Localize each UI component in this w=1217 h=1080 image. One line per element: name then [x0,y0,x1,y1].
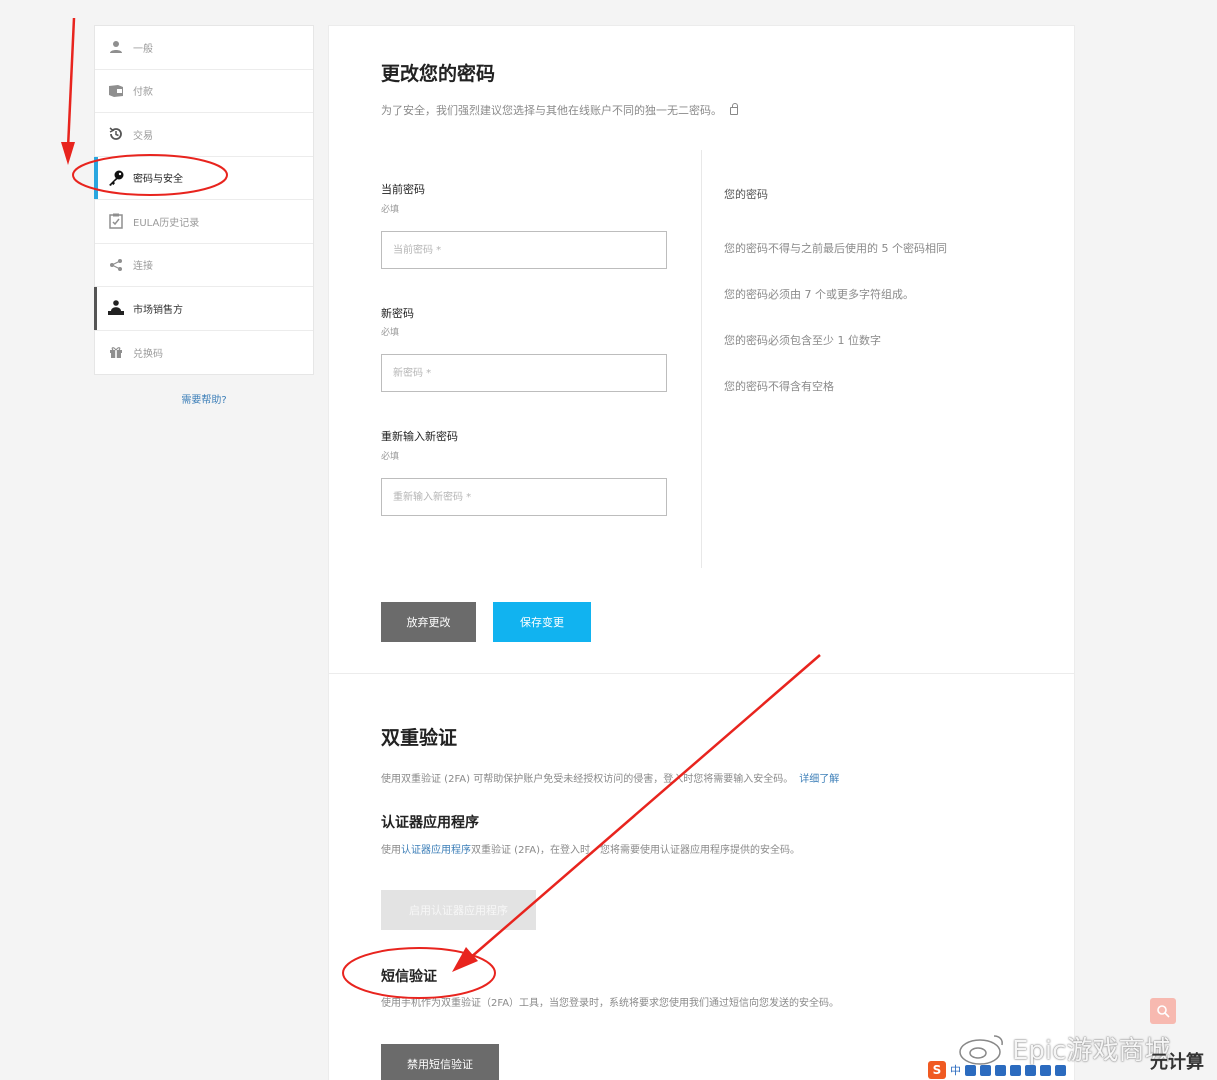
help-link[interactable]: 需要帮助? [94,391,314,406]
column-divider [701,150,702,568]
watermark-subtext: 元计算 [1150,1052,1204,1073]
sidebar-item-label: 连接 [133,261,153,273]
page-title: 更改您的密码 [381,63,496,85]
grid-menu-icon[interactable] [1055,1064,1066,1076]
history-icon [107,125,125,143]
microphone-icon[interactable] [995,1064,1006,1076]
sidebar: 一般 付款 交易 密码与安全 EULA历史记录 连接 市场销售方 兑换码 [94,25,314,375]
twofa-title: 双重验证 [381,727,458,749]
sidebar-item-label: 付款 [133,87,153,99]
keyboard-icon[interactable] [1010,1064,1021,1076]
authenticator-app-link[interactable]: 认证器应用程序 [401,845,471,856]
seller-icon [107,299,125,317]
share-icon [107,256,125,274]
section-divider [329,673,1074,674]
new-password-label: 新密码 [381,307,414,320]
authenticator-desc-suffix: 双重验证 (2FA)，在登入时，您将需要使用认证器应用程序提供的安全码。 [471,845,801,856]
sidebar-item-redeem-code[interactable]: 兑换码 [95,331,313,375]
sidebar-item-label: 密码与安全 [133,174,183,186]
password-rule: 您的密码不得含有空格 [724,380,834,393]
annotation-arrow-top [61,17,76,165]
subtitle-text: 为了安全，我们强烈建议您选择与其他在线账户不同的独一无二密码。 [381,104,722,117]
new-password-required: 必填 [381,328,400,338]
current-password-required: 必填 [381,205,400,215]
clipboard-check-icon [107,212,125,230]
search-icon[interactable] [1150,998,1176,1024]
sidebar-item-label: EULA历史记录 [133,217,200,229]
authenticator-desc-prefix: 使用 [381,845,401,856]
gift-icon [107,343,125,361]
toolbox-icon[interactable] [1025,1064,1036,1076]
current-password-label: 当前密码 [381,183,425,196]
sogou-icon[interactable]: S [928,1061,946,1079]
sidebar-item-label: 一般 [133,43,153,55]
sidebar-item-general[interactable]: 一般 [95,26,313,70]
page-subtitle: 为了安全，我们强烈建议您选择与其他在线账户不同的独一无二密码。 [381,102,738,118]
password-rule: 您的密码必须由 7 个或更多字符组成。 [724,288,914,301]
learn-more-link[interactable]: 详细了解 [799,774,839,785]
emoji-icon[interactable] [980,1064,991,1076]
confirm-password-label: 重新输入新密码 [381,430,458,443]
discard-changes-button[interactable]: 放弃更改 [381,602,476,642]
password-rule: 您的密码必须包含至少 1 位数字 [724,334,881,347]
sidebar-item-password-security[interactable]: 密码与安全 [94,156,313,200]
sidebar-item-marketplace-seller[interactable]: 市场销售方 [94,287,313,331]
person-icon [107,38,125,56]
ime-language[interactable]: 中 [950,1062,961,1078]
key-icon [107,169,125,187]
punctuation-icon[interactable] [965,1064,976,1076]
lock-icon [730,103,738,115]
current-password-input[interactable] [381,231,667,269]
payment-icon [107,82,125,100]
confirm-password-required: 必填 [381,452,400,462]
skin-icon[interactable] [1040,1064,1051,1076]
main-panel: 更改您的密码 为了安全，我们强烈建议您选择与其他在线账户不同的独一无二密码。 当… [328,25,1075,1080]
authenticator-title: 认证器应用程序 [381,815,479,831]
new-password-input[interactable] [381,354,667,392]
password-rule: 您的密码不得与之前最后使用的 5 个密码相同 [724,242,947,255]
twofa-description: 使用双重验证 (2FA) 可帮助保护账户免受未经授权访问的侵害，登入时您将需要输… [381,770,839,785]
sidebar-item-label: 交易 [133,130,153,142]
sidebar-item-label: 兑换码 [133,348,163,360]
sidebar-item-eula-history[interactable]: EULA历史记录 [95,200,313,244]
save-changes-button[interactable]: 保存变更 [493,602,591,642]
disable-sms-button[interactable]: 禁用短信验证 [381,1044,499,1080]
twofa-description-text: 使用双重验证 (2FA) 可帮助保护账户免受未经授权访问的侵害，登入时您将需要输… [381,774,794,785]
ime-tray: S 中 [928,1060,1066,1080]
sidebar-item-label: 市场销售方 [133,304,183,316]
sms-description: 使用手机作为双重验证（2FA）工具，当您登录时，系统将要求您使用我们通过短信向您… [381,998,840,1009]
enable-authenticator-button[interactable]: 启用认证器应用程序 [381,890,536,930]
authenticator-description: 使用认证器应用程序双重验证 (2FA)，在登入时，您将需要使用认证器应用程序提供… [381,841,800,856]
confirm-password-input[interactable] [381,478,667,516]
sidebar-item-connections[interactable]: 连接 [95,244,313,287]
sidebar-item-transactions[interactable]: 交易 [95,113,313,157]
sidebar-item-payment[interactable]: 付款 [95,70,313,113]
sms-title: 短信验证 [381,969,437,985]
password-rules-title: 您的密码 [724,188,768,201]
